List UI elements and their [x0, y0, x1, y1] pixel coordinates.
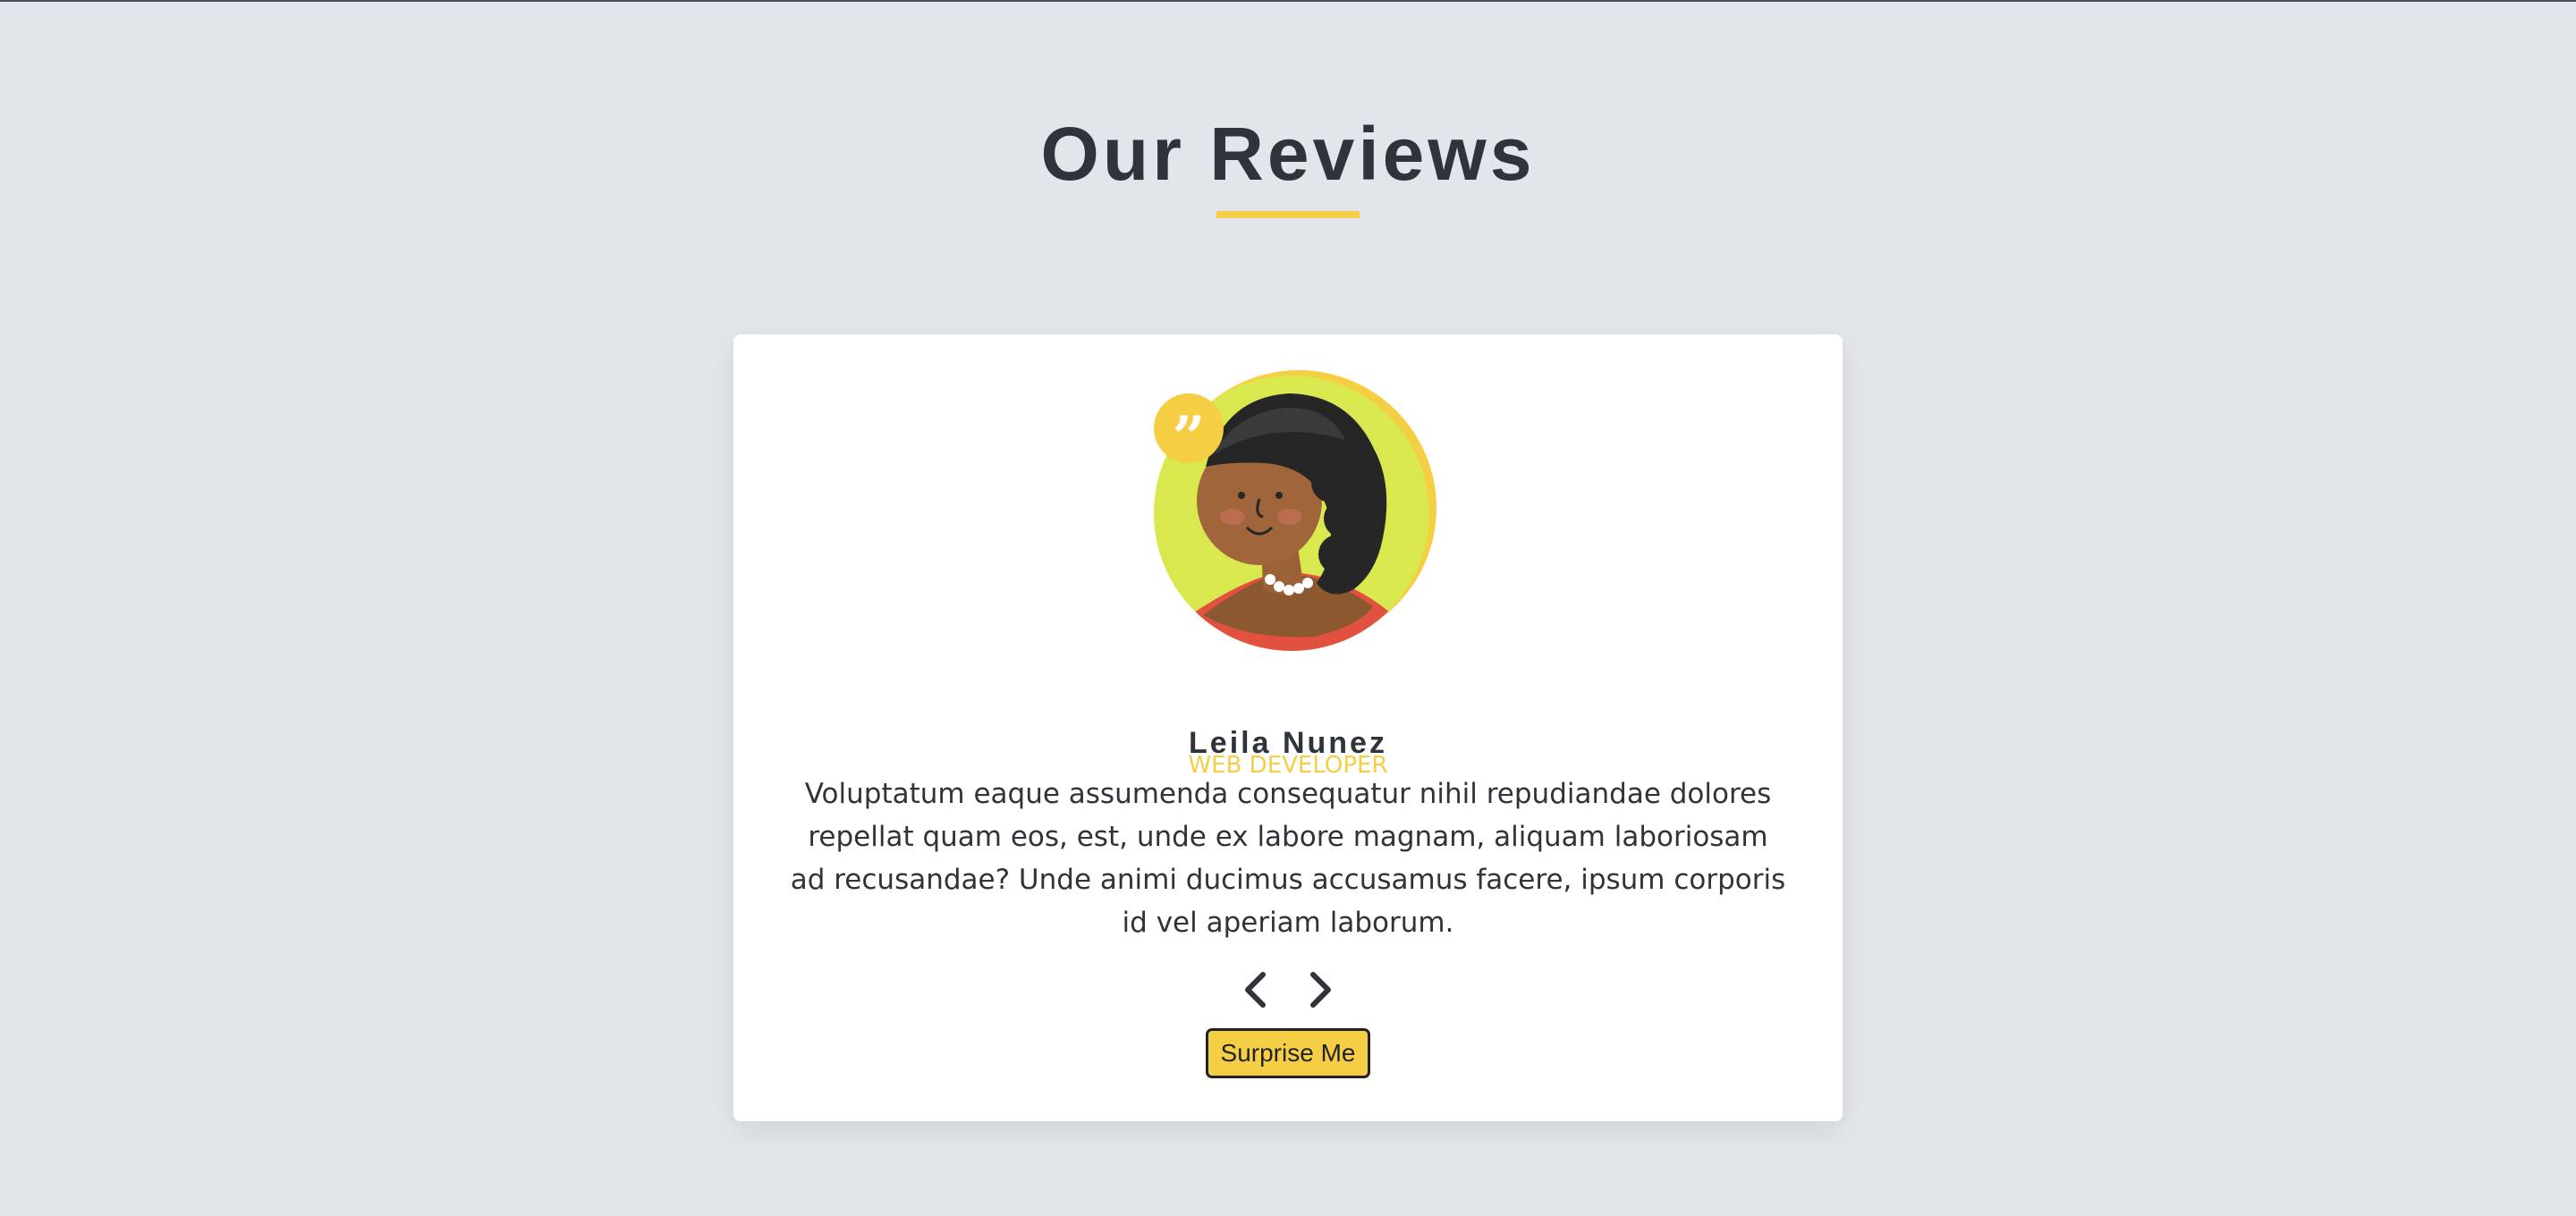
- section-title: Our Reviews: [1040, 112, 1536, 196]
- prev-button[interactable]: [1234, 967, 1279, 1012]
- surprise-me-button[interactable]: Surprise Me: [1206, 1028, 1370, 1078]
- next-button[interactable]: [1297, 967, 1342, 1012]
- chevron-right-icon: [1310, 972, 1331, 1008]
- chevron-left-icon: [1245, 972, 1266, 1008]
- title-underline: [1216, 211, 1360, 218]
- quote-icon: ”: [1154, 393, 1224, 471]
- review-text: Voluptatum eaque assumenda consequatur n…: [790, 778, 1786, 939]
